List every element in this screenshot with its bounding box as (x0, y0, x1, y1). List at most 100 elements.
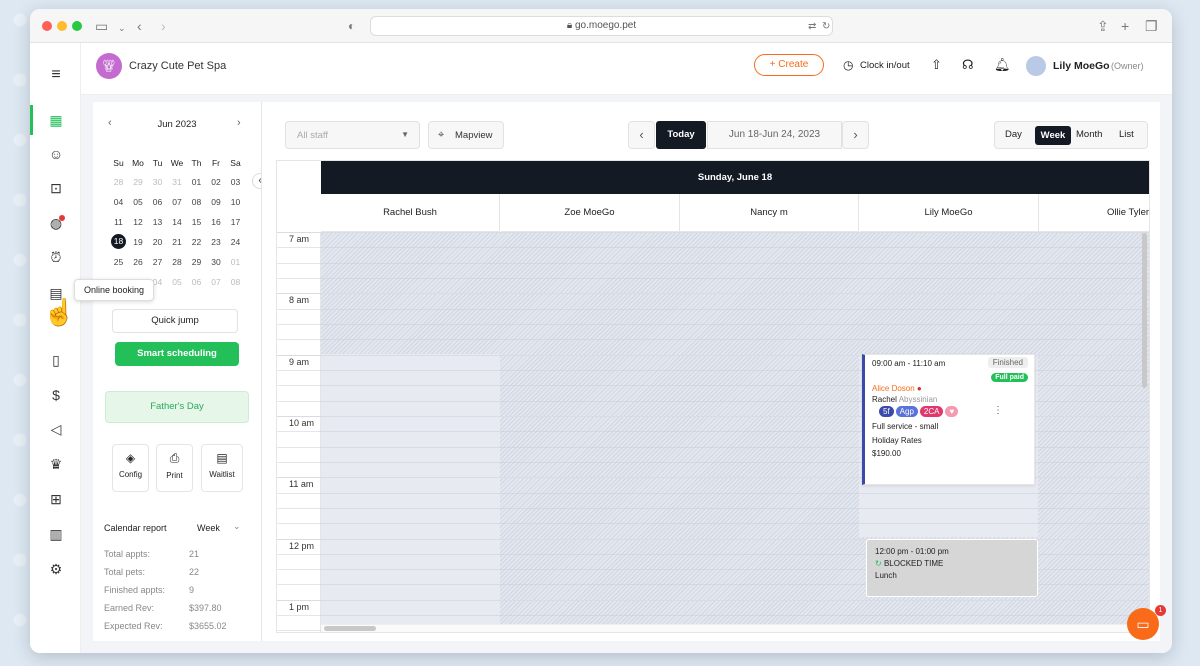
alarm-icon[interactable]: ⏰︎ (44, 245, 68, 269)
mini-calendar-day[interactable]: 31 (168, 177, 187, 187)
pet-icon[interactable]: ☺ (44, 142, 68, 166)
report-period-select[interactable]: Week (197, 523, 220, 533)
prev-week-icon[interactable]: ‹ (628, 121, 655, 149)
mini-calendar-day[interactable]: 22 (187, 237, 206, 247)
mini-calendar-day[interactable]: 17 (226, 217, 245, 227)
mini-calendar-day[interactable]: 14 (168, 217, 187, 227)
mini-calendar-day[interactable]: 10 (226, 197, 245, 207)
mini-calendar-day[interactable]: 18 (111, 234, 126, 249)
mapview-button[interactable]: ⌖ Mapview (428, 121, 504, 149)
upload-icon[interactable]: ⇧ (931, 57, 942, 73)
dollar-icon[interactable]: $ (44, 383, 68, 407)
mini-calendar-day[interactable]: 24 (226, 237, 245, 247)
plus-calendar-icon[interactable]: ⊞ (44, 487, 68, 511)
shield-icon[interactable]: ◐ (348, 18, 355, 34)
view-month[interactable]: Month (1076, 129, 1102, 140)
mini-calendar-day[interactable]: 15 (187, 217, 206, 227)
vertical-scrollbar[interactable] (1142, 233, 1147, 388)
mini-calendar-day[interactable]: 03 (226, 177, 245, 187)
mini-calendar-day[interactable]: 19 (129, 237, 148, 247)
mini-calendar-day[interactable]: 26 (129, 257, 148, 267)
back-icon[interactable]: ‹ (137, 18, 142, 34)
create-button[interactable]: + Create (754, 54, 824, 76)
bell-icon[interactable]: 🔔︎ (994, 57, 1011, 73)
mini-calendar-day[interactable]: 07 (207, 277, 226, 287)
report-card-icon[interactable]: ▯ (44, 348, 68, 372)
view-day[interactable]: Day (1005, 129, 1022, 140)
mini-calendar-day[interactable]: 07 (168, 197, 187, 207)
mini-calendar-day[interactable]: 06 (187, 277, 206, 287)
bar-chart-icon[interactable]: ▥ (44, 522, 68, 546)
staff-column-header[interactable]: Ollie Tyler (1039, 194, 1149, 232)
staff-select[interactable]: All staff ▼ (285, 121, 420, 149)
mini-calendar-day[interactable]: 02 (207, 177, 226, 187)
mini-calendar-day[interactable]: 28 (109, 177, 128, 187)
mini-calendar-day[interactable]: 08 (226, 277, 245, 287)
mini-calendar-day[interactable]: 04 (109, 197, 128, 207)
address-bar[interactable]: 🔒︎ go.moego.pet (370, 16, 833, 36)
user-name[interactable]: Lily MoeGo (1053, 60, 1110, 72)
mini-calendar-day[interactable]: 08 (187, 197, 206, 207)
blocked-time-card[interactable]: 12:00 pm - 01:00 pm ↻ BLOCKED TIME Lunch (866, 539, 1038, 597)
mini-calendar-day[interactable]: 01 (187, 177, 206, 187)
mini-calendar-day[interactable]: 23 (207, 237, 226, 247)
print-button[interactable]: ⎙ Print (156, 444, 193, 492)
business-name[interactable]: Crazy Cute Pet Spa (129, 60, 226, 72)
staff-column-header[interactable]: Rachel Bush (321, 194, 500, 232)
business-logo[interactable]: 🦞︎ (96, 53, 122, 79)
staff-column-header[interactable]: Zoe MoeGo (500, 194, 680, 232)
maximize-window-button[interactable] (72, 21, 82, 31)
mini-calendar-day[interactable]: 28 (168, 257, 187, 267)
mini-calendar-day[interactable]: 09 (207, 197, 226, 207)
mini-calendar-day[interactable]: 13 (148, 217, 167, 227)
next-month-icon[interactable]: › (237, 117, 241, 129)
staff-column-header[interactable]: Nancy m (680, 194, 859, 232)
client-icon[interactable]: ⊡ (44, 176, 68, 200)
mini-calendar-day[interactable]: 27 (148, 257, 167, 267)
mini-calendar-day[interactable]: 05 (129, 197, 148, 207)
next-week-icon[interactable]: › (842, 121, 869, 149)
mini-calendar-day[interactable]: 12 (129, 217, 148, 227)
megaphone-icon[interactable]: ◁ (44, 417, 68, 441)
share-icon[interactable]: ⇪ (1097, 18, 1109, 34)
minimize-window-button[interactable] (57, 21, 67, 31)
translate-icon[interactable]: ⇄ (808, 19, 816, 35)
horizontal-scrollbar[interactable] (324, 626, 376, 631)
clock-icon[interactable]: ◷ (843, 58, 853, 72)
chevron-down-icon[interactable]: ⌄ (118, 20, 126, 36)
clock-in-out-button[interactable]: Clock in/out (860, 60, 910, 71)
chat-icon[interactable]: ▭ (1127, 608, 1159, 640)
headset-icon[interactable]: ☊ (962, 57, 974, 73)
mini-calendar-day[interactable]: 30 (148, 177, 167, 187)
quick-jump-button[interactable]: Quick jump (112, 309, 238, 333)
chevron-down-icon[interactable]: ⌄ (233, 521, 241, 532)
config-button[interactable]: ◈ Config (112, 444, 149, 492)
new-tab-icon[interactable]: + (1121, 18, 1129, 34)
mini-calendar-day[interactable]: 06 (148, 197, 167, 207)
staff-column-header[interactable]: Lily MoeGo (859, 194, 1039, 232)
smart-scheduling-button[interactable]: Smart scheduling (115, 342, 239, 366)
settings-icon[interactable]: ⚙ (44, 557, 68, 581)
menu-icon[interactable]: ≡ (44, 63, 68, 87)
mini-calendar-day[interactable]: 11 (109, 217, 128, 227)
today-button[interactable]: Today (656, 121, 706, 149)
forward-icon[interactable]: › (161, 18, 166, 34)
mini-calendar-day[interactable]: 29 (129, 177, 148, 187)
crown-icon[interactable]: ♛ (44, 452, 68, 476)
reload-icon[interactable]: ↻ (822, 19, 830, 35)
sidebar-toggle-icon[interactable]: ▭ (95, 18, 108, 34)
mini-calendar-day[interactable]: 01 (226, 257, 245, 267)
date-range[interactable]: Jun 18-Jun 24, 2023 (707, 121, 842, 149)
close-window-button[interactable] (42, 21, 52, 31)
mini-calendar-day[interactable]: 29 (187, 257, 206, 267)
mini-calendar-day[interactable]: 21 (168, 237, 187, 247)
view-list[interactable]: List (1119, 129, 1134, 140)
avatar[interactable] (1026, 56, 1046, 76)
client-name[interactable]: Alice Doson ● (872, 384, 922, 393)
appointment-card[interactable]: 09:00 am - 11:10 am Finished Full paid A… (862, 354, 1035, 485)
tabs-overview-icon[interactable]: ❐ (1145, 18, 1158, 34)
holiday-banner[interactable]: Father's Day (105, 391, 249, 423)
mini-calendar-day[interactable]: 05 (168, 277, 187, 287)
mini-calendar-day[interactable]: 30 (207, 257, 226, 267)
view-week[interactable]: Week (1035, 126, 1071, 145)
